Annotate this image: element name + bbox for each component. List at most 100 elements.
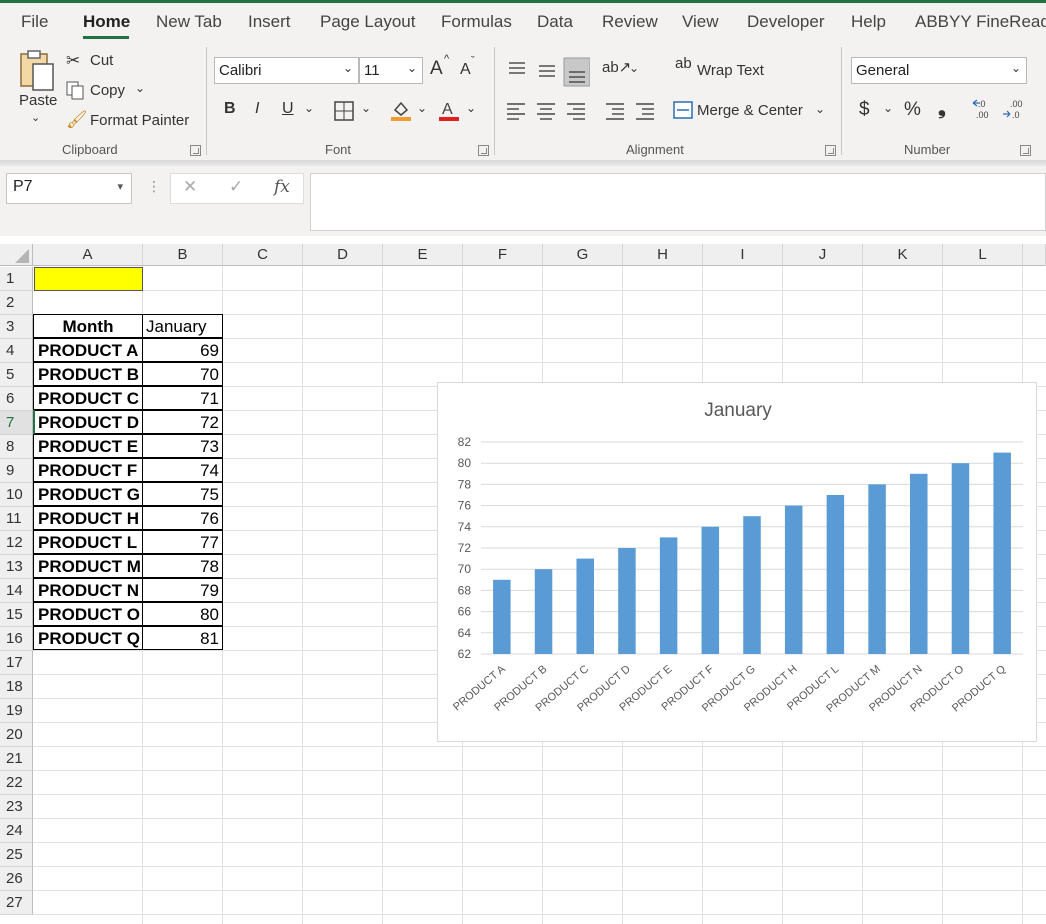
formula-input[interactable] [310, 173, 1046, 231]
value-cell[interactable]: 81 [142, 626, 223, 650]
row-header-17[interactable]: 17 [0, 651, 33, 675]
tab-abbyy[interactable]: ABBYY FineReader [915, 12, 1046, 32]
orientation-icon[interactable]: ab↗ [602, 58, 631, 76]
tab-formulas[interactable]: Formulas [441, 12, 512, 32]
tab-review[interactable]: Review [602, 12, 658, 32]
number-launcher-icon[interactable] [1020, 145, 1031, 156]
column-header-b[interactable]: B [143, 244, 223, 266]
tab-data[interactable]: Data [537, 12, 573, 32]
copy-icon[interactable] [66, 81, 84, 100]
select-all-corner[interactable] [0, 244, 33, 266]
tab-insert[interactable]: Insert [248, 12, 291, 32]
product-name-cell[interactable]: PRODUCT F [33, 458, 143, 482]
column-header-j[interactable]: J [783, 244, 863, 266]
row-header-16[interactable]: 16 [0, 627, 33, 651]
currency-dropdown-icon[interactable]: ⌄ [883, 101, 893, 115]
format-painter-icon[interactable]: 🖌 [66, 110, 88, 130]
name-box[interactable]: P7 ▾ [6, 173, 132, 204]
italic-button[interactable]: I [255, 100, 259, 118]
tab-page-layout[interactable]: Page Layout [320, 12, 415, 32]
currency-button[interactable]: $ [859, 99, 870, 121]
wrap-text-icon[interactable]: ab [675, 55, 692, 72]
cancel-icon[interactable]: ✕ [183, 177, 197, 197]
column-header-d[interactable]: D [303, 244, 383, 266]
chart-area[interactable]: January 62 64 66 68 70 72 74 76 78 80 82 PRODUCT A PR… [437, 382, 1037, 742]
shrink-font-button[interactable]: A [460, 61, 471, 79]
row-header-8[interactable]: 8 [0, 435, 33, 459]
enter-icon[interactable]: ✓ [229, 177, 243, 197]
insert-function-button[interactable]: fx [274, 177, 290, 197]
product-name-cell[interactable]: PRODUCT H [33, 506, 143, 530]
percent-button[interactable]: % [904, 99, 921, 121]
clipboard-launcher-icon[interactable] [190, 145, 201, 156]
row-header-6[interactable]: 6 [0, 387, 33, 411]
font-name-select[interactable]: Calibri ⌄ [214, 57, 359, 84]
font-launcher-icon[interactable] [478, 145, 489, 156]
row-header-24[interactable]: 24 [0, 819, 33, 843]
product-name-cell[interactable]: PRODUCT G [33, 482, 143, 506]
value-cell[interactable]: 77 [142, 530, 223, 554]
header-january[interactable]: January [142, 314, 223, 338]
row-header-23[interactable]: 23 [0, 795, 33, 819]
merge-center-button[interactable]: Merge & Center [697, 102, 803, 119]
product-name-cell[interactable]: PRODUCT O [33, 602, 143, 626]
fill-color-dropdown-icon[interactable]: ⌄ [417, 101, 427, 115]
underline-button[interactable]: U [282, 100, 294, 118]
column-header-c[interactable]: C [223, 244, 303, 266]
column-header-f[interactable]: F [463, 244, 543, 266]
value-cell[interactable]: 73 [142, 434, 223, 458]
copy-button[interactable]: Copy [90, 82, 125, 99]
tab-view[interactable]: View [682, 12, 719, 32]
product-name-cell[interactable]: PRODUCT A [33, 338, 143, 362]
row-header-12[interactable]: 12 [0, 531, 33, 555]
column-header-h[interactable]: H [623, 244, 703, 266]
row-header-27[interactable]: 27 [0, 891, 33, 915]
row-header-18[interactable]: 18 [0, 675, 33, 699]
orientation-dropdown-icon[interactable]: ⌄ [629, 61, 639, 75]
column-header-k[interactable]: K [863, 244, 943, 266]
paste-icon[interactable] [18, 49, 58, 93]
row-header-11[interactable]: 11 [0, 507, 33, 531]
cut-button[interactable]: Cut [90, 52, 113, 69]
product-name-cell[interactable]: PRODUCT E [33, 434, 143, 458]
row-header-20[interactable]: 20 [0, 723, 33, 747]
font-size-select[interactable]: 11 ⌄ [359, 57, 423, 84]
merge-dropdown-icon[interactable]: ⌄ [815, 102, 825, 116]
row-header-5[interactable]: 5 [0, 363, 33, 387]
bold-button[interactable]: B [224, 100, 236, 118]
row-header-10[interactable]: 10 [0, 483, 33, 507]
grip-icon[interactable]: ⋮ [147, 178, 161, 195]
value-cell[interactable]: 70 [142, 362, 223, 386]
merge-center-icon[interactable] [673, 101, 693, 119]
column-header-g[interactable]: G [543, 244, 623, 266]
comma-style-button[interactable]: ❟ [938, 97, 946, 120]
row-header-14[interactable]: 14 [0, 579, 33, 603]
column-header-a[interactable]: A [33, 244, 143, 266]
product-name-cell[interactable]: PRODUCT D [33, 410, 143, 434]
scissors-icon[interactable]: ✂ [66, 51, 80, 71]
value-cell[interactable]: 78 [142, 554, 223, 578]
row-header-13[interactable]: 13 [0, 555, 33, 579]
column-header-l[interactable]: L [943, 244, 1023, 266]
product-name-cell[interactable]: PRODUCT C [33, 386, 143, 410]
column-header-i[interactable]: I [703, 244, 783, 266]
number-format-select[interactable]: General ⌄ [851, 57, 1027, 84]
value-cell[interactable]: 72 [142, 410, 223, 434]
product-name-cell[interactable]: PRODUCT Q [33, 626, 143, 650]
value-cell[interactable]: 75 [142, 482, 223, 506]
copy-dropdown-icon[interactable]: ⌄ [135, 81, 145, 95]
row-header-4[interactable]: 4 [0, 339, 33, 363]
borders-icon[interactable] [333, 100, 355, 122]
row-header-3[interactable]: 3 [0, 315, 33, 339]
fill-color-icon[interactable] [390, 99, 412, 121]
paste-label[interactable]: Paste [19, 92, 57, 109]
font-color-dropdown-icon[interactable]: ⌄ [466, 101, 476, 115]
tab-developer[interactable]: Developer [747, 12, 825, 32]
row-header-25[interactable]: 25 [0, 843, 33, 867]
value-cell[interactable]: 74 [142, 458, 223, 482]
column-header-partial[interactable] [1023, 244, 1046, 266]
header-month[interactable]: Month [33, 314, 143, 338]
paste-dropdown-icon[interactable]: ⌄ [31, 111, 40, 124]
value-cell[interactable]: 80 [142, 602, 223, 626]
tab-new-tab[interactable]: New Tab [156, 12, 222, 32]
